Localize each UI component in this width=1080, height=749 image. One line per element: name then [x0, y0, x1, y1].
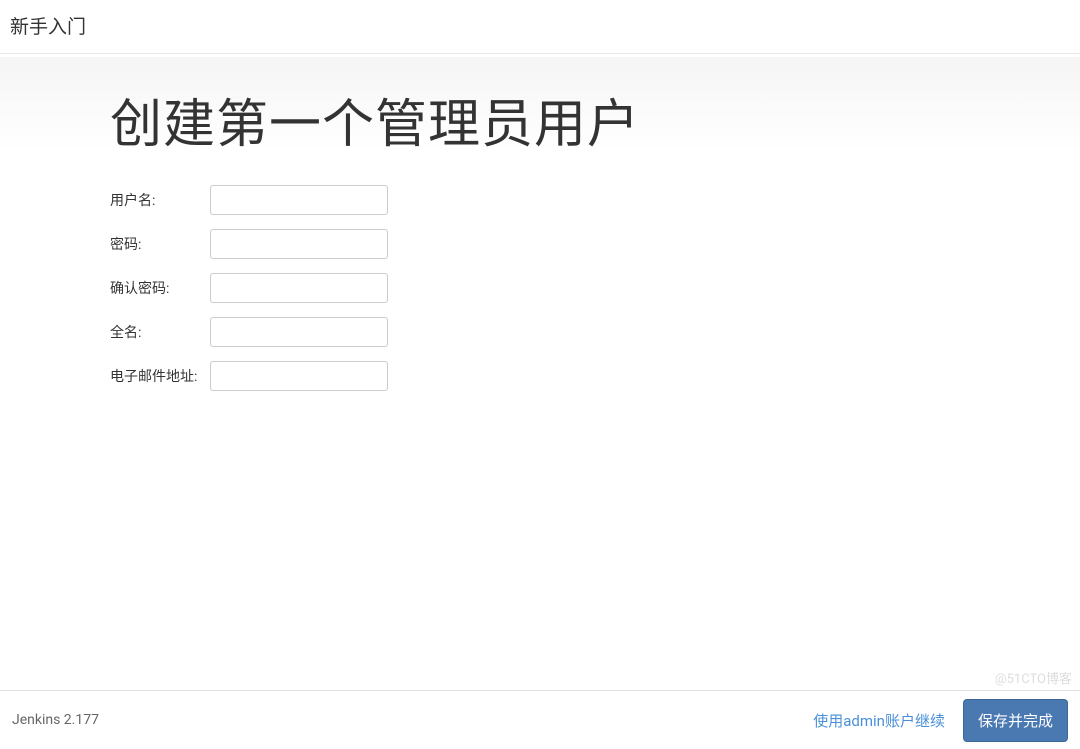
content-area: 创建第一个管理员用户 用户名: 密码: 确认密码: 全名: 电子邮件地址: [0, 57, 1080, 391]
save-and-finish-button[interactable]: 保存并完成 [963, 699, 1068, 742]
continue-as-admin-link[interactable]: 使用admin账户继续 [813, 710, 945, 731]
page-title: 创建第一个管理员用户 [110, 82, 1080, 157]
form-row-email: 电子邮件地址: [110, 361, 1080, 391]
form-row-password: 密码: [110, 229, 1080, 259]
wizard-footer: Jenkins 2.177 使用admin账户继续 保存并完成 [0, 690, 1080, 749]
form-row-fullname: 全名: [110, 317, 1080, 347]
input-password[interactable] [210, 229, 388, 259]
form-row-username: 用户名: [110, 185, 1080, 215]
input-fullname[interactable] [210, 317, 388, 347]
label-password: 密码: [110, 234, 210, 254]
wizard-header-title: 新手入门 [10, 15, 86, 38]
content-background: 创建第一个管理员用户 用户名: 密码: 确认密码: 全名: 电子邮件地址: [0, 57, 1080, 690]
label-fullname: 全名: [110, 322, 210, 342]
input-username[interactable] [210, 185, 388, 215]
footer-actions: 使用admin账户继续 保存并完成 [813, 699, 1068, 742]
version-label: Jenkins 2.177 [12, 712, 99, 728]
input-confirm-password[interactable] [210, 273, 388, 303]
label-username: 用户名: [110, 190, 210, 210]
input-email[interactable] [210, 361, 388, 391]
label-email: 电子邮件地址: [110, 366, 210, 386]
wizard-header: 新手入门 [0, 0, 1080, 54]
label-confirm-password: 确认密码: [110, 278, 210, 298]
form-row-confirm-password: 确认密码: [110, 273, 1080, 303]
